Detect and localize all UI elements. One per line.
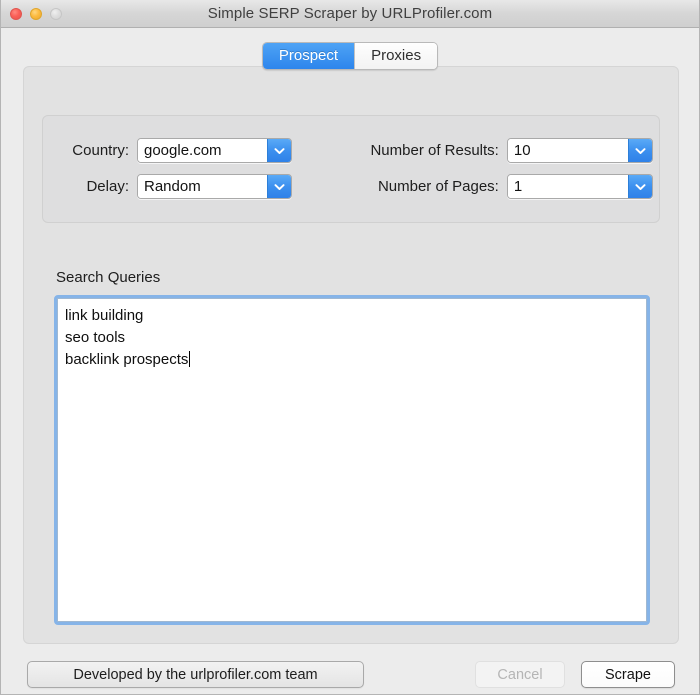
tab-proxies[interactable]: Proxies [354,43,438,69]
cancel-button: Cancel [475,661,565,688]
tab-prospect[interactable]: Prospect [262,43,355,69]
search-queries-textarea[interactable]: link building seo tools backlink prospec… [54,295,650,625]
delay-label: Delay: [86,178,129,195]
search-queries-text-content[interactable]: link building seo tools backlink prospec… [57,298,647,622]
chevron-down-icon[interactable] [267,139,291,162]
developed-by-button[interactable]: Developed by the urlprofiler.com team [27,661,364,688]
pages-field-row: Number of Pages: 1 [333,174,653,199]
close-button-icon[interactable] [10,8,22,20]
zoom-button-icon [50,8,62,20]
number-of-results-combobox[interactable]: 10 [506,138,653,163]
text-caret [189,351,191,367]
country-field-row: Country: google.com [43,138,333,163]
country-value: google.com [138,139,267,162]
window-title: Simple SERP Scraper by URLProfiler.com [207,5,493,22]
window-content: Prospect Proxies Country: google.com Num… [1,28,699,694]
country-combobox[interactable]: google.com [137,138,292,163]
query-line: seo tools [65,329,126,346]
chevron-down-icon[interactable] [628,175,652,198]
delay-field-row: Delay: Random [43,174,333,199]
delay-value: Random [138,175,267,198]
country-label: Country: [72,142,129,159]
results-field-row: Number of Results: 10 [333,138,653,163]
number-of-pages-combobox[interactable]: 1 [506,174,653,199]
chevron-down-icon[interactable] [267,175,291,198]
query-line-with-caret: backlink prospects [65,349,639,371]
tab-bar: Prospect Proxies [1,42,699,70]
number-of-results-label: Number of Results: [370,142,499,159]
minimize-button-icon[interactable] [30,8,42,20]
footer-bar: Developed by the urlprofiler.com team Ca… [1,656,699,694]
title-bar: Simple SERP Scraper by URLProfiler.com [1,0,699,28]
search-queries-label: Search Queries [56,269,161,286]
number-of-pages-label: Number of Pages: [377,178,499,195]
app-window: Simple SERP Scraper by URLProfiler.com P… [0,0,700,695]
tab-group: Prospect Proxies [261,42,439,70]
prospect-panel: Country: google.com Number of Results: 1… [23,66,679,644]
chevron-down-icon[interactable] [628,139,652,162]
window-controls [10,0,62,28]
options-group: Country: google.com Number of Results: 1… [42,115,660,223]
query-line: link building [65,307,144,324]
query-line-text: backlink prospects [65,351,189,368]
scrape-button[interactable]: Scrape [581,661,675,688]
delay-combobox[interactable]: Random [137,174,292,199]
number-of-pages-value: 1 [507,175,628,198]
number-of-results-value: 10 [507,139,628,162]
